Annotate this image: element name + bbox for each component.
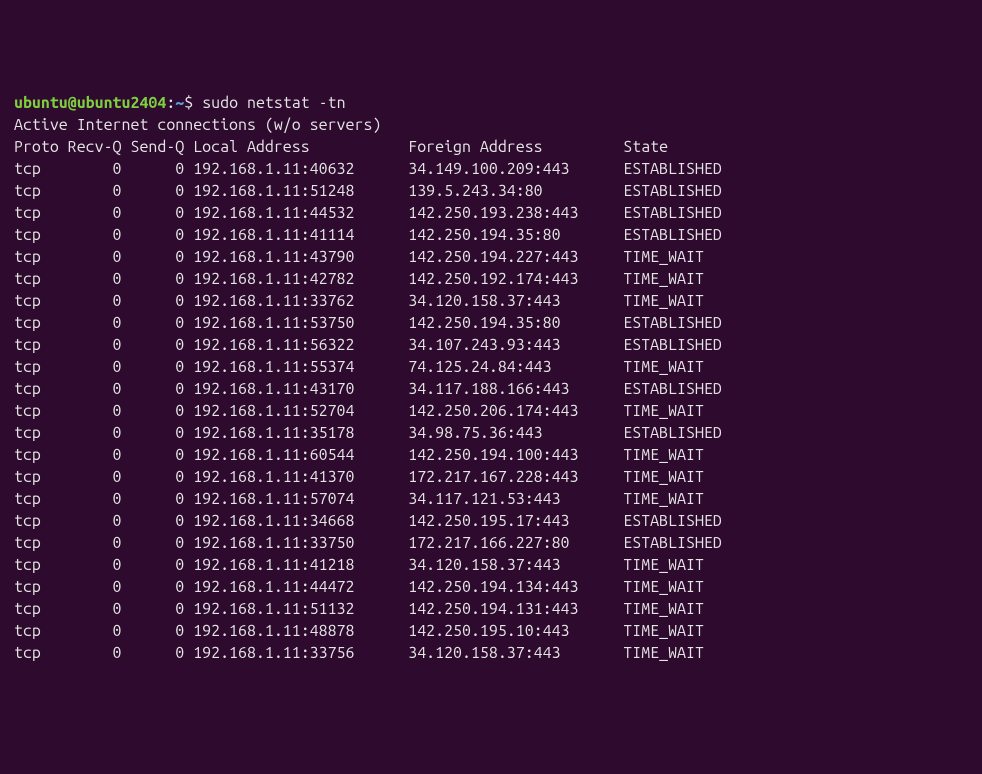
prompt-cwd: ~ (175, 94, 184, 112)
connection-row: tcp 0 0 192.168.1.11:57074 34.117.121.53… (14, 488, 968, 510)
connection-row: tcp 0 0 192.168.1.11:52704 142.250.206.1… (14, 400, 968, 422)
connection-row: tcp 0 0 192.168.1.11:33762 34.120.158.37… (14, 290, 968, 312)
connection-row: tcp 0 0 192.168.1.11:44532 142.250.193.2… (14, 202, 968, 224)
connection-row: tcp 0 0 192.168.1.11:44472 142.250.194.1… (14, 576, 968, 598)
terminal-prompt-line: ubuntu@ubuntu2404:~$ sudo netstat -tn (14, 92, 968, 114)
connection-row: tcp 0 0 192.168.1.11:51132 142.250.194.1… (14, 598, 968, 620)
connection-row: tcp 0 0 192.168.1.11:53750 142.250.194.3… (14, 312, 968, 334)
connection-row: tcp 0 0 192.168.1.11:33756 34.120.158.37… (14, 642, 968, 664)
connection-row: tcp 0 0 192.168.1.11:41218 34.120.158.37… (14, 554, 968, 576)
connection-row: tcp 0 0 192.168.1.11:35178 34.98.75.36:4… (14, 422, 968, 444)
connection-row: tcp 0 0 192.168.1.11:48878 142.250.195.1… (14, 620, 968, 642)
connection-row: tcp 0 0 192.168.1.11:42782 142.250.192.1… (14, 268, 968, 290)
connection-row: tcp 0 0 192.168.1.11:51248 139.5.243.34:… (14, 180, 968, 202)
output-header: Proto Recv-Q Send-Q Local Address Foreig… (14, 136, 968, 158)
prompt-dollar: $ (184, 94, 193, 112)
connection-row: tcp 0 0 192.168.1.11:34668 142.250.195.1… (14, 510, 968, 532)
output-rows: tcp 0 0 192.168.1.11:40632 34.149.100.20… (14, 158, 968, 664)
connection-row: tcp 0 0 192.168.1.11:43790 142.250.194.2… (14, 246, 968, 268)
connection-row: tcp 0 0 192.168.1.11:33750 172.217.166.2… (14, 532, 968, 554)
output-title: Active Internet connections (w/o servers… (14, 114, 968, 136)
connection-row: tcp 0 0 192.168.1.11:40632 34.149.100.20… (14, 158, 968, 180)
connection-row: tcp 0 0 192.168.1.11:41370 172.217.167.2… (14, 466, 968, 488)
connection-row: tcp 0 0 192.168.1.11:41114 142.250.194.3… (14, 224, 968, 246)
connection-row: tcp 0 0 192.168.1.11:43170 34.117.188.16… (14, 378, 968, 400)
connection-row: tcp 0 0 192.168.1.11:55374 74.125.24.84:… (14, 356, 968, 378)
prompt-colon: : (166, 94, 175, 112)
command-text[interactable]: sudo netstat -tn (193, 94, 345, 112)
connection-row: tcp 0 0 192.168.1.11:56322 34.107.243.93… (14, 334, 968, 356)
connection-row: tcp 0 0 192.168.1.11:60544 142.250.194.1… (14, 444, 968, 466)
prompt-user-host: ubuntu@ubuntu2404 (14, 94, 166, 112)
